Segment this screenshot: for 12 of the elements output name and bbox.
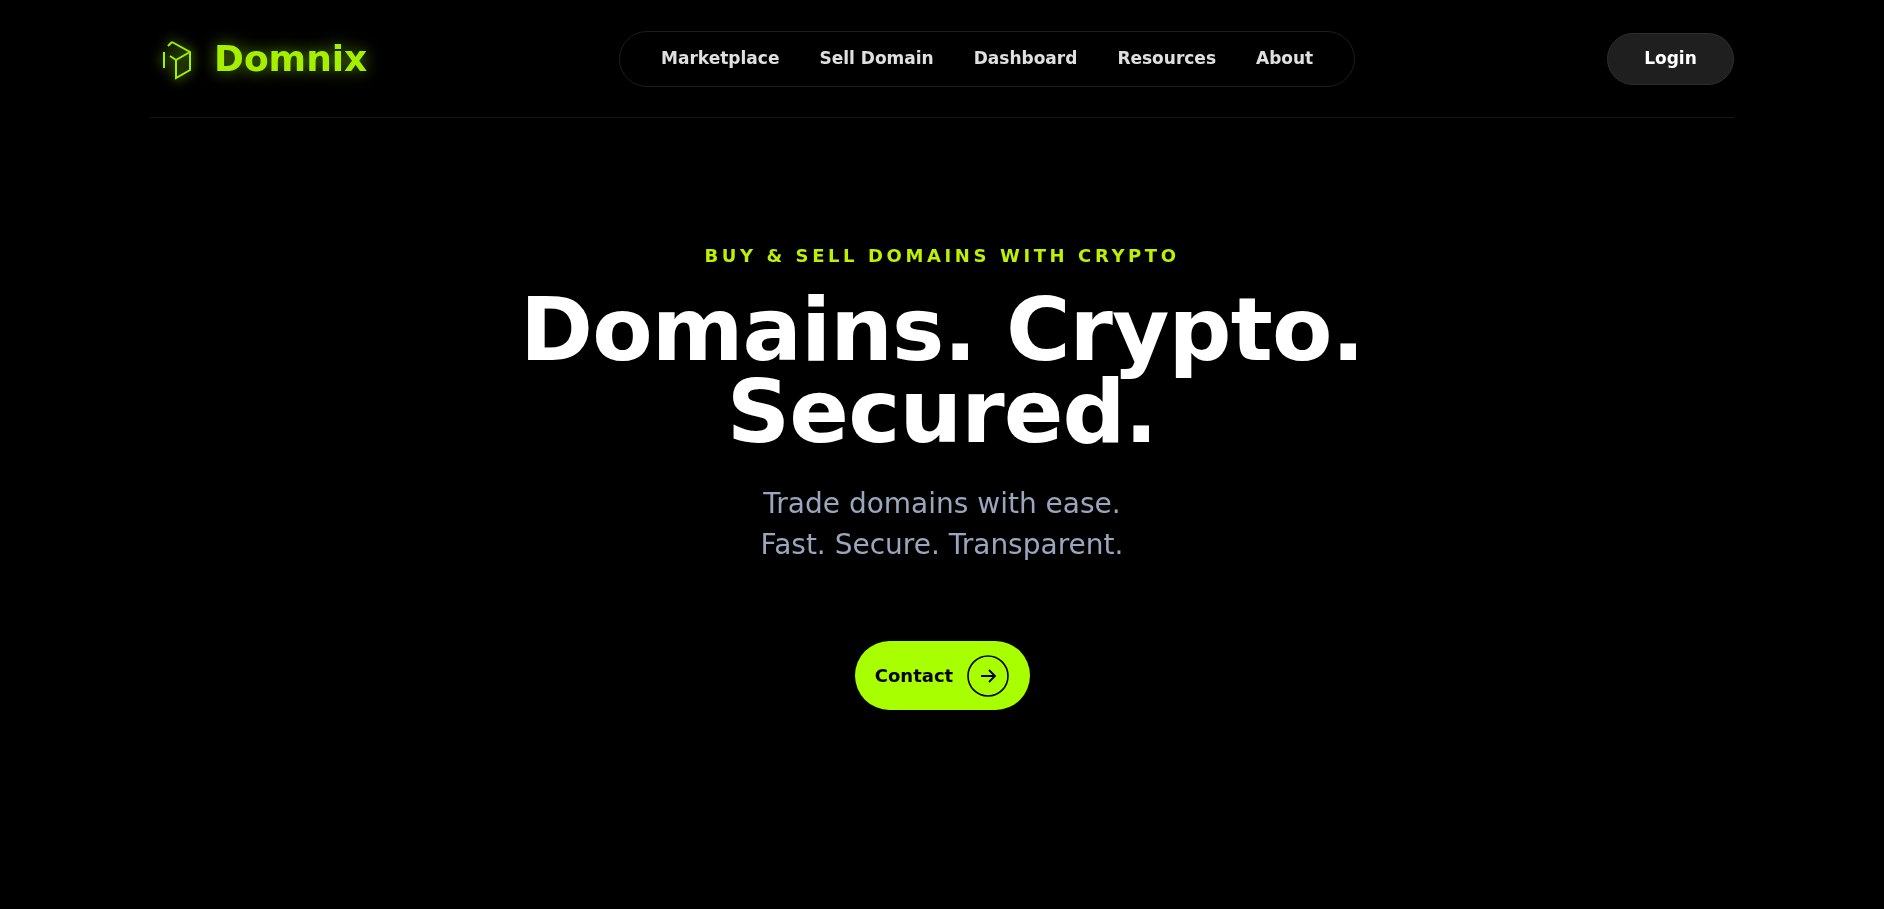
nav-link[interactable]: Dashboard bbox=[956, 45, 1095, 72]
login-button[interactable]: Login bbox=[1607, 32, 1734, 85]
subtitle: Trade domains with ease. Fast. Secure. Transparent. bbox=[760, 486, 1124, 563]
nav-link[interactable]: Resources bbox=[1100, 45, 1233, 72]
nav-link[interactable]: Sell Domain bbox=[802, 45, 951, 72]
contact-button[interactable]: Contact bbox=[854, 641, 1030, 710]
headline: Domains. Crypto. Secured. bbox=[519, 289, 1365, 453]
arrow-right-icon bbox=[967, 654, 1010, 697]
eyebrow-text: BUY & SELL DOMAINS WITH CRYPTO bbox=[704, 244, 1180, 268]
brand-name[interactable]: Domnix bbox=[214, 31, 368, 86]
nav-link[interactable]: About bbox=[1239, 45, 1331, 72]
nav-link[interactable]: Marketplace bbox=[644, 45, 797, 72]
